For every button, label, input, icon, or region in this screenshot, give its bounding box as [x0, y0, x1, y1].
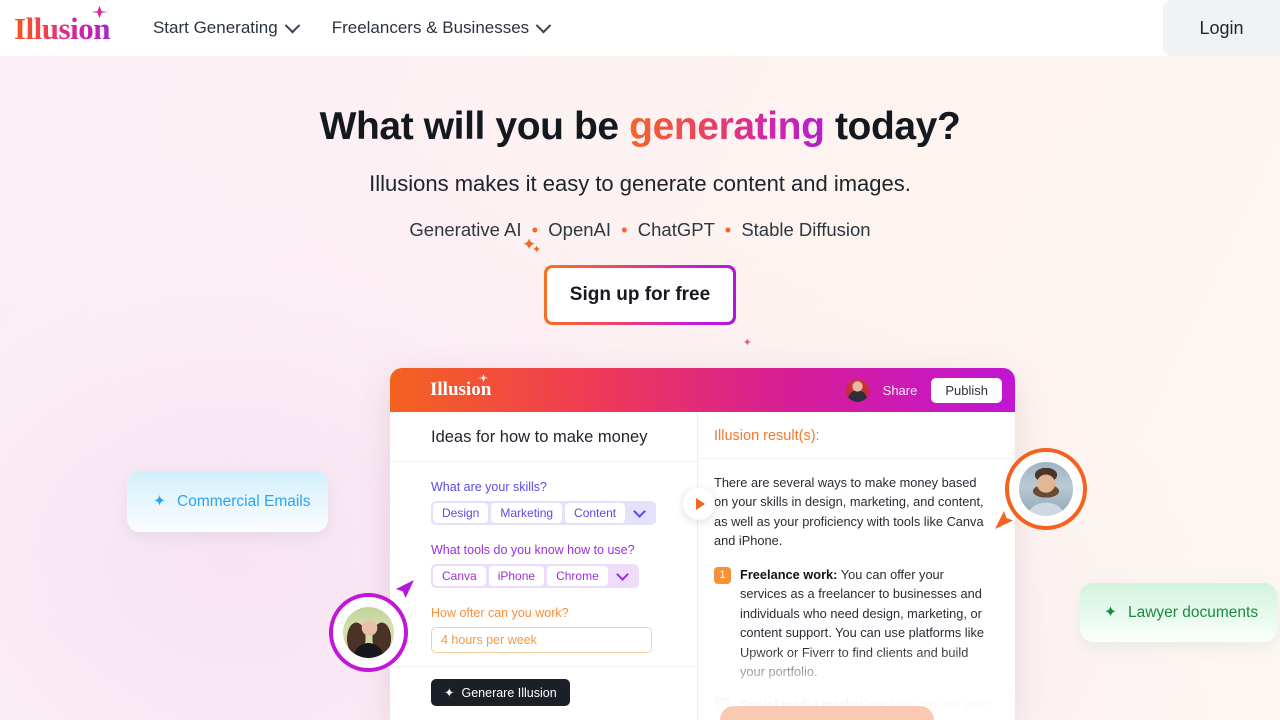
results-body: There are several ways to make money bas… [698, 459, 1015, 720]
app-form-column: Ideas for how to make money What are you… [390, 412, 715, 720]
results-title: Illusion result(s): [698, 412, 1015, 459]
share-button[interactable]: Share [883, 383, 918, 398]
result-list-item: 1 Freelance work: You can offer your ser… [714, 565, 993, 682]
results-intro-text: There are several ways to make money bas… [714, 475, 984, 549]
tagline-item: OpenAI [548, 219, 612, 240]
app-brand-logo: Illusion [430, 374, 492, 401]
collaborator-avatar-purple[interactable] [329, 593, 408, 672]
avatar-photo [1019, 462, 1073, 516]
app-header-bar: Illusion Share Publish [390, 368, 1015, 412]
app-brand-logo-text: Illusion [430, 379, 492, 400]
page-title: What will you be generating today? [0, 105, 1280, 149]
tagline-separator-dot: • [531, 219, 539, 240]
nav-item-start-generating[interactable]: Start Generating [152, 17, 300, 38]
tag-item[interactable]: Canva [433, 566, 486, 586]
play-button[interactable] [683, 488, 715, 520]
tag-item[interactable]: Design [433, 503, 489, 523]
app-logo-sparkle-icon [478, 374, 489, 382]
app-header-actions: Share Publish [845, 377, 1002, 403]
tag-item[interactable]: iPhone [488, 566, 545, 586]
play-icon [696, 498, 705, 510]
nav-item-label: Start Generating [152, 18, 278, 37]
floating-pill-lawyer-documents[interactable]: ✦ Lawyer documents [1080, 583, 1277, 642]
hero-subtitle: Illusions makes it easy to generate cont… [369, 171, 911, 196]
app-body: Ideas for how to make money What are you… [390, 412, 1015, 720]
question-label-skills: What are your skills? [431, 480, 548, 494]
tagline-separator-dot: • [621, 219, 628, 240]
avatar-photo [342, 606, 395, 659]
signup-button-label: Sign up for free [547, 268, 733, 322]
sparkle-icon: ✦ [153, 493, 166, 510]
tag-row-tools[interactable]: Canva iPhone Chrome [431, 564, 639, 588]
sparkle-icon: ✦ [1104, 604, 1117, 621]
app-user-avatar[interactable] [845, 378, 869, 402]
cursor-pointer-purple-icon [396, 580, 414, 598]
headline-accent-word: generating [629, 105, 825, 148]
app-preview-window: Illusion Share Publish Ideas for how to … [390, 368, 1015, 720]
chevron-down-icon [535, 17, 552, 33]
result-item-body: You can offer your services as a freelan… [740, 566, 985, 679]
tagline-item: Generative AI [409, 219, 522, 240]
chevron-down-icon[interactable] [615, 568, 629, 581]
brand-logo[interactable]: Illusion [14, 5, 110, 44]
nav-item-freelancers-businesses[interactable]: Freelancers & Businesses [331, 17, 552, 38]
sparkle-icon: ✦ [444, 686, 455, 700]
tag-row-skills[interactable]: Design Marketing Content [431, 501, 657, 525]
result-item-heading: Freelance work: [740, 566, 838, 582]
generate-illusion-button[interactable]: ✦ Generare Illusion [431, 679, 570, 706]
tagline-item: Stable Diffusion [741, 219, 871, 240]
chevron-down-icon [284, 17, 300, 33]
tagline-item: ChatGPT [637, 219, 715, 240]
logo-sparkle-icon [91, 5, 108, 18]
nav-item-label: Freelancers & Businesses [331, 18, 530, 37]
pill-label: Commercial Emails [177, 492, 311, 510]
chevron-down-icon[interactable] [633, 505, 646, 518]
question-label-tools: What tools do you know how to use? [431, 543, 635, 557]
hero-section: What will you be generating today? Illus… [0, 56, 1280, 241]
tag-item[interactable]: Content [565, 503, 626, 523]
pill-label: Lawyer documents [1128, 603, 1259, 621]
result-number-badge: 1 [714, 566, 731, 584]
cta-holder: ✦ ✦ ✦ Sign up for free [522, 235, 752, 349]
cta-section: ✦ ✦ ✦ Sign up for free [0, 235, 1280, 349]
floating-pill-commercial-emails[interactable]: ✦ Commercial Emails [127, 471, 328, 532]
question-label-availability: How ofter can you work? [431, 606, 569, 620]
generate-bar: ✦ Generare Illusion [390, 666, 697, 720]
login-button[interactable]: Login [1163, 0, 1280, 56]
app-results-column: Illusion result(s): There are several wa… [698, 412, 1015, 720]
headline-part-1: What will you be [319, 105, 630, 148]
nav-links: Start Generating Freelancers & Businesse… [152, 17, 552, 38]
availability-input[interactable]: 4 hours per week [431, 627, 652, 653]
decorative-peach-shape [720, 706, 934, 720]
publish-button[interactable]: Publish [931, 377, 1002, 403]
result-item-text: Freelance work: You can offer your servi… [740, 565, 993, 682]
signup-button[interactable]: Sign up for free [544, 265, 736, 325]
generate-button-label: Generare Illusion [461, 685, 557, 700]
tag-item[interactable]: Marketing [491, 503, 563, 523]
avatar-ring [329, 593, 408, 672]
tagline-separator-dot: • [724, 219, 732, 240]
headline-part-2: today? [824, 105, 961, 148]
hero-tagline: Generative AI • OpenAI • ChatGPT • Stabl… [0, 219, 1280, 241]
tag-item[interactable]: Chrome [547, 566, 608, 586]
cursor-pointer-orange-icon [995, 511, 1013, 529]
document-title: Ideas for how to make money [390, 412, 697, 462]
top-navigation-bar: Illusion Start Generating Freelancers & … [0, 0, 1280, 56]
question-blocks: What are your skills? Design Marketing C… [390, 480, 697, 653]
